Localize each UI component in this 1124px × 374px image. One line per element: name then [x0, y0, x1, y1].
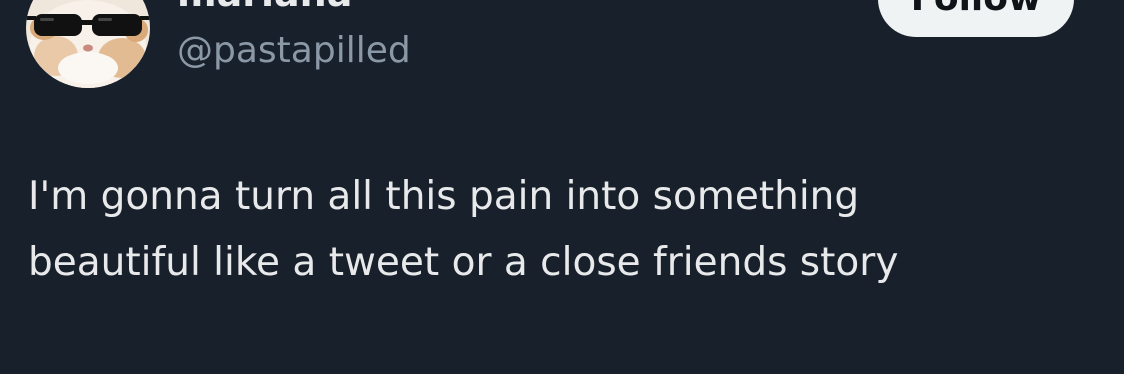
tweet-line: beautiful like a tweet or a close friend…: [28, 240, 899, 285]
tweet-text: I'm gonna turn all this pain into someth…: [28, 164, 1088, 296]
avatar[interactable]: [26, 0, 150, 88]
avatar-cat-sunglasses-icon: [26, 0, 150, 88]
tweet-line: I'm gonna turn all this pain into someth…: [28, 174, 860, 219]
follow-button[interactable]: Follow: [878, 0, 1074, 37]
author-handle[interactable]: @pastapilled: [177, 28, 411, 74]
author-display-name[interactable]: mariana: [177, 0, 352, 18]
